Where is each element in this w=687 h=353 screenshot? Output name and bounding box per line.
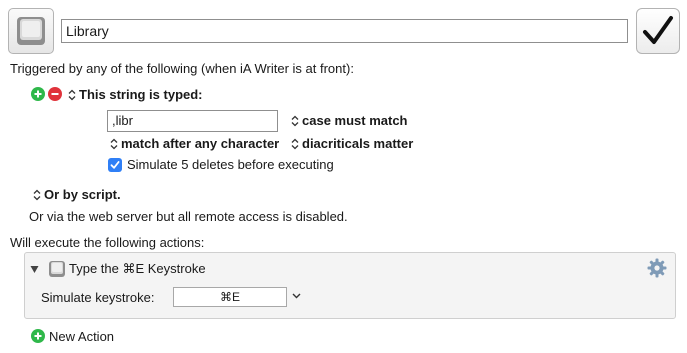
plus-icon [34, 90, 42, 98]
macro-icon[interactable] [8, 8, 54, 54]
remove-trigger-button[interactable] [48, 87, 62, 101]
chevron-down-icon[interactable] [292, 293, 301, 299]
simulate-deletes-label: Simulate 5 deletes before executing [127, 157, 334, 172]
keyboard-key-icon [49, 261, 65, 277]
macro-enable-checkbox[interactable] [636, 8, 680, 54]
simulate-deletes-checkbox[interactable] [108, 158, 122, 172]
match-position-popup[interactable]: match after any character [110, 136, 279, 152]
up-down-arrows-icon [110, 138, 118, 150]
minus-icon [51, 93, 59, 95]
checkmark-icon [110, 161, 120, 169]
gear-icon[interactable] [647, 258, 667, 278]
up-down-arrows-icon [68, 89, 76, 101]
trigger-string-input[interactable]: ,libr [107, 110, 278, 132]
case-match-popup[interactable]: case must match [291, 113, 408, 129]
add-trigger-button[interactable] [31, 87, 45, 101]
plus-icon [34, 332, 42, 340]
action-panel: Type the ⌘E Keystroke Simulate keystroke… [24, 252, 676, 319]
diacriticals-popup[interactable]: diacriticals matter [291, 136, 413, 152]
diacriticals-label: diacriticals matter [302, 136, 414, 151]
new-action-add-icon[interactable] [31, 329, 45, 343]
macro-name-field[interactable]: Library [61, 19, 628, 43]
script-trigger-label: Or by script. [44, 187, 121, 202]
up-down-arrows-icon [291, 138, 299, 150]
string-trigger-label: This string is typed: [79, 87, 203, 102]
string-trigger-type-popup[interactable]: This string is typed: [68, 87, 203, 103]
web-server-text: Or via the web server but all remote acc… [29, 209, 348, 224]
match-position-label: match after any character [121, 136, 280, 151]
up-down-arrows-icon [33, 189, 41, 201]
up-down-arrows-icon [291, 115, 299, 127]
script-trigger-popup[interactable]: Or by script. [33, 187, 121, 203]
disclosure-triangle-icon[interactable] [30, 265, 39, 274]
action-title: Type the ⌘E Keystroke [69, 261, 206, 276]
checkmark-icon [643, 16, 673, 44]
new-action-button[interactable]: New Action [49, 329, 114, 345]
case-match-label: case must match [302, 113, 408, 128]
keystroke-field[interactable]: ⌘E [173, 287, 287, 307]
keyboard-key-icon [17, 17, 45, 45]
simulate-keystroke-label: Simulate keystroke: [41, 290, 155, 305]
actions-header: Will execute the following actions: [10, 235, 205, 250]
triggers-header: Triggered by any of the following (when … [10, 61, 354, 76]
